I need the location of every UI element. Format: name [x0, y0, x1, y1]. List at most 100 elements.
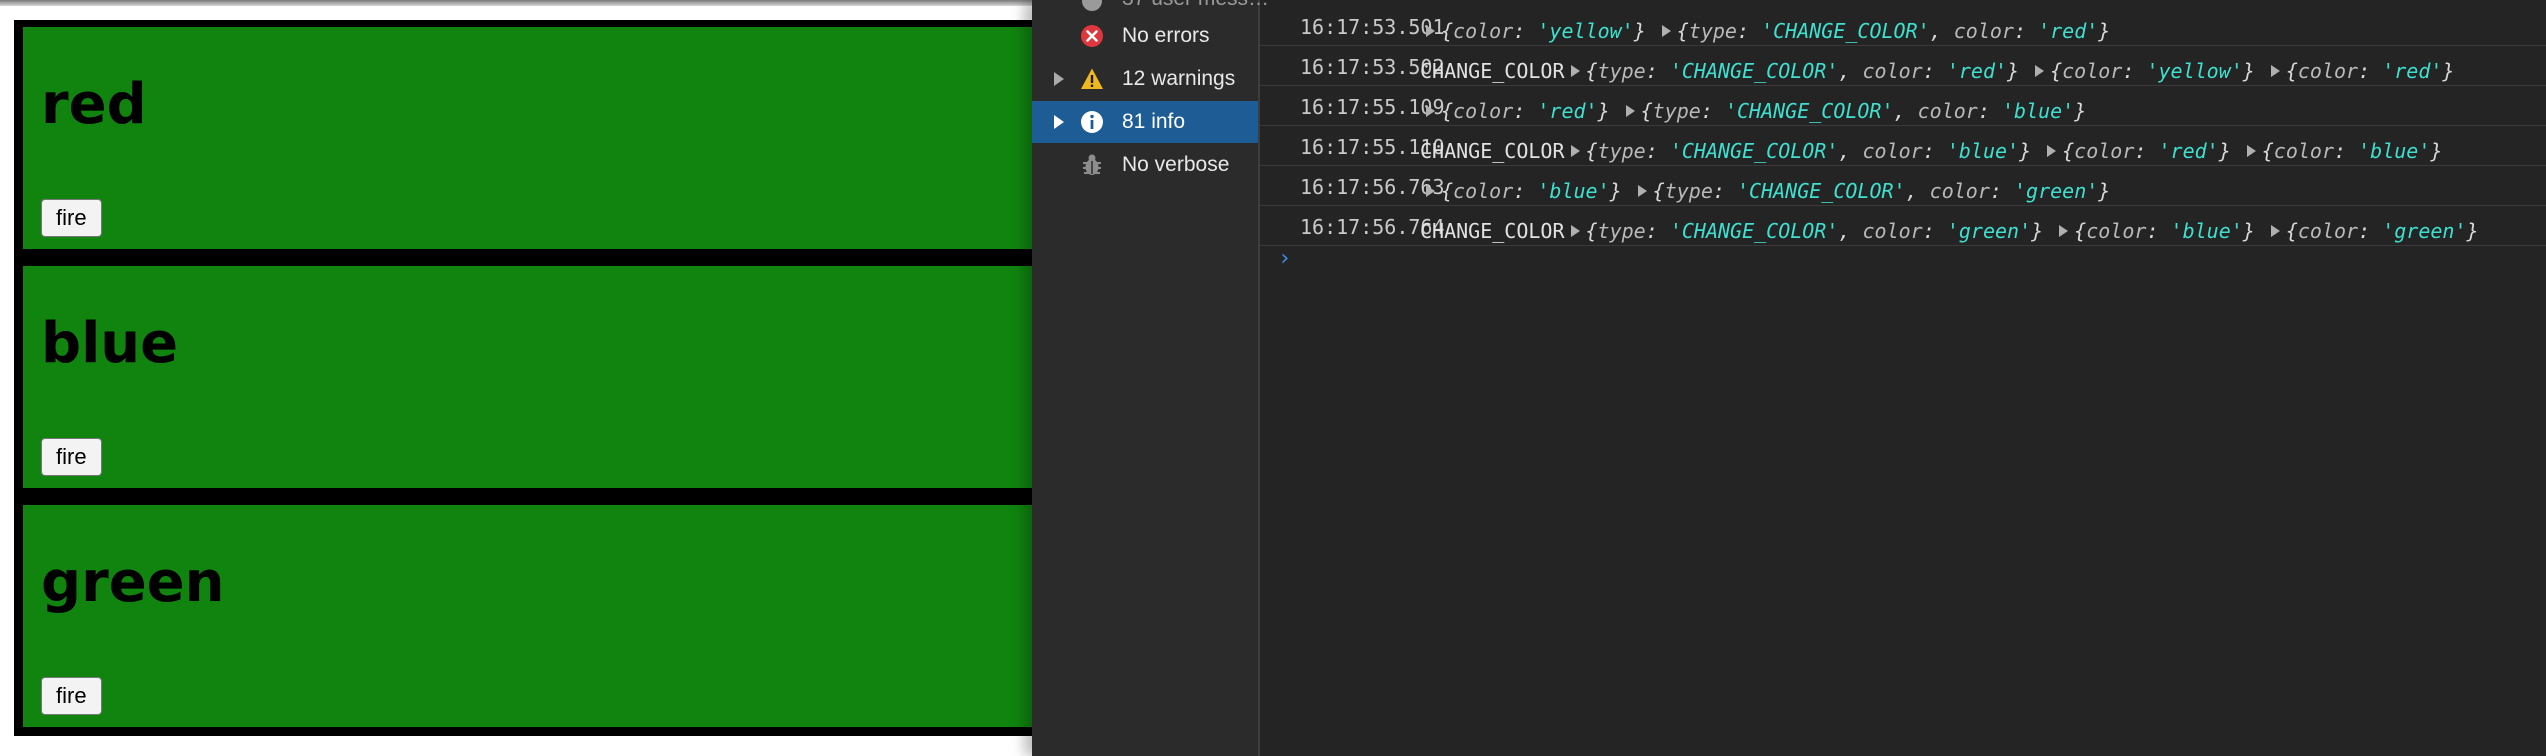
object-key: color [2074, 139, 2135, 163]
expand-triangle-icon[interactable] [2059, 225, 2069, 237]
console-message-row[interactable]: 16:17:53.501 {color: 'yellow'} {type: 'CHA… [1260, 6, 2546, 46]
logged-object[interactable]: {color: 'blue'} [2241, 139, 2442, 163]
object-key: type [1597, 59, 1646, 83]
object-value: CHANGE_COLOR [1681, 59, 1827, 83]
colon: : [1645, 139, 1670, 163]
expand-triangle-icon[interactable] [1661, 25, 1671, 37]
object-key: color [2297, 219, 2359, 243]
logged-object[interactable]: {color: 'green'} [2265, 219, 2479, 243]
page-top-edge [0, 0, 1034, 6]
logged-object[interactable]: {type: 'CHANGE_COLOR', color: 'blue'} [1565, 139, 2031, 163]
expand-triangle-icon[interactable] [1570, 225, 1580, 237]
color-card-blue: blue fire [23, 266, 1034, 488]
console-message-row[interactable]: 16:17:56.763 {color: 'blue'} {type: 'CHANG… [1260, 166, 2546, 206]
cards-container: red fire blue fire green fire [14, 20, 1034, 736]
logged-object[interactable]: {color: 'blue'} [2053, 219, 2255, 243]
object-key: color [1453, 19, 1514, 43]
colon: : [2013, 19, 2039, 43]
console-prompt[interactable]: › [1278, 246, 1291, 271]
sidebar-item-errors[interactable]: No errors [1032, 15, 1258, 57]
sidebar-item-info[interactable]: 81 info [1032, 101, 1258, 143]
message-body: {color: 'blue'} {type: 'CHANGE_COLOR', co… [1420, 179, 2120, 203]
expand-triangle-icon[interactable] [2047, 145, 2057, 157]
expand-triangle-icon[interactable] [1625, 105, 1635, 117]
object-value: red [2170, 139, 2207, 163]
expand-triangle-icon[interactable] [1426, 185, 1435, 197]
colon: : [1712, 179, 1737, 203]
object-key: type [1652, 99, 1701, 123]
object-value: blue [2182, 219, 2231, 243]
fire-button[interactable]: fire [41, 677, 102, 715]
logged-object[interactable]: {type: 'CHANGE_COLOR', color: 'green'} [1565, 219, 2043, 243]
quote: ' [1826, 219, 1839, 243]
colon: : [2334, 139, 2359, 163]
expand-triangle-icon[interactable] [1637, 185, 1647, 197]
expand-triangle-icon[interactable] [1570, 145, 1580, 157]
brace: { [1441, 179, 1454, 203]
expand-arrow-icon[interactable] [1054, 115, 1064, 129]
expand-triangle-icon[interactable] [1570, 65, 1580, 77]
object-key: color [2297, 59, 2359, 83]
logged-object[interactable]: {type: 'CHANGE_COLOR', color: 'red'} [1656, 19, 2111, 43]
user-icon [1082, 0, 1102, 11]
quote: ' [2001, 99, 2014, 123]
expand-triangle-icon[interactable] [2270, 65, 2280, 77]
logged-object[interactable]: {type: 'CHANGE_COLOR', color: 'blue'} [1620, 99, 2087, 123]
quote: ' [1724, 99, 1737, 123]
expand-triangle-icon[interactable] [1426, 25, 1435, 37]
console-message-row[interactable]: 16:17:56.764 CHANGE_COLOR {type: 'CHANGE_C… [1260, 206, 2546, 246]
brace: } [2098, 19, 2111, 43]
colon: : [1513, 99, 1538, 123]
object-value: CHANGE_COLOR [1773, 19, 1918, 43]
brace: } [2466, 219, 2479, 243]
error-icon [1081, 25, 1103, 47]
brace: } [1633, 19, 1646, 43]
logged-object[interactable]: {color: 'yellow'} [2029, 59, 2255, 83]
logged-object[interactable]: {color: 'yellow'} [1420, 19, 1646, 43]
logged-object[interactable]: {color: 'red'} [2041, 139, 2231, 163]
quote: ' [2007, 139, 2020, 163]
expand-triangle-icon[interactable] [1426, 105, 1435, 117]
brace: { [2062, 139, 2075, 163]
brace: } [1609, 179, 1622, 203]
object-key: color [2062, 59, 2123, 83]
brace: { [1676, 19, 1689, 43]
colon: : [1736, 19, 1762, 43]
quote: ' [2230, 219, 2243, 243]
expand-arrow-icon[interactable] [1054, 72, 1064, 86]
comma: , [1905, 179, 1930, 203]
logged-object[interactable]: {type: 'CHANGE_COLOR', color: 'green'} [1632, 179, 2110, 203]
colon: : [2122, 59, 2147, 83]
message-body: {color: 'red'} {type: 'CHANGE_COLOR', col… [1420, 99, 2096, 123]
logged-object[interactable]: {color: 'red'} [1420, 99, 1610, 123]
console-messages[interactable]: 16:17:53.501 {color: 'yellow'} {type: 'CHA… [1260, 0, 2546, 756]
object-value: red [2050, 19, 2087, 43]
quote: ' [1917, 19, 1930, 43]
quote: ' [2358, 139, 2371, 163]
console-message-row[interactable]: 16:17:53.502 CHANGE_COLOR {type: 'CHANGE_C… [1260, 46, 2546, 86]
expand-triangle-icon[interactable] [2270, 225, 2280, 237]
logged-object[interactable]: {type: 'CHANGE_COLOR', color: 'red'} [1565, 59, 2019, 83]
quote: ' [1826, 59, 1839, 83]
colon: : [2358, 219, 2383, 243]
colon: : [1645, 59, 1670, 83]
quote: ' [2230, 59, 2243, 83]
sidebar-item-warnings[interactable]: 12 warnings [1032, 58, 1258, 100]
card-heading: green [41, 550, 225, 615]
quote: ' [2038, 19, 2051, 43]
logged-object[interactable]: {color: 'blue'} [1420, 179, 1622, 203]
logged-object[interactable]: {color: 'red'} [2265, 59, 2454, 83]
colon: : [1700, 99, 1725, 123]
quote: ' [1994, 59, 2008, 83]
object-key: color [1929, 179, 1990, 203]
sidebar-item-label: 12 warnings [1122, 67, 1236, 90]
fire-button[interactable]: fire [41, 199, 102, 237]
console-message-row[interactable]: 16:17:55.109 {color: 'red'} {type: 'CHANGE… [1260, 86, 2546, 126]
quote: ' [1946, 139, 1959, 163]
expand-triangle-icon[interactable] [2035, 65, 2045, 77]
console-message-row[interactable]: 16:17:55.110 CHANGE_COLOR {type: 'CHANGE_C… [1260, 126, 2546, 166]
expand-triangle-icon[interactable] [2246, 145, 2256, 157]
fire-button[interactable]: fire [41, 438, 102, 476]
sidebar-item-verbose[interactable]: No verbose [1032, 144, 1258, 186]
brace: } [2074, 99, 2087, 123]
